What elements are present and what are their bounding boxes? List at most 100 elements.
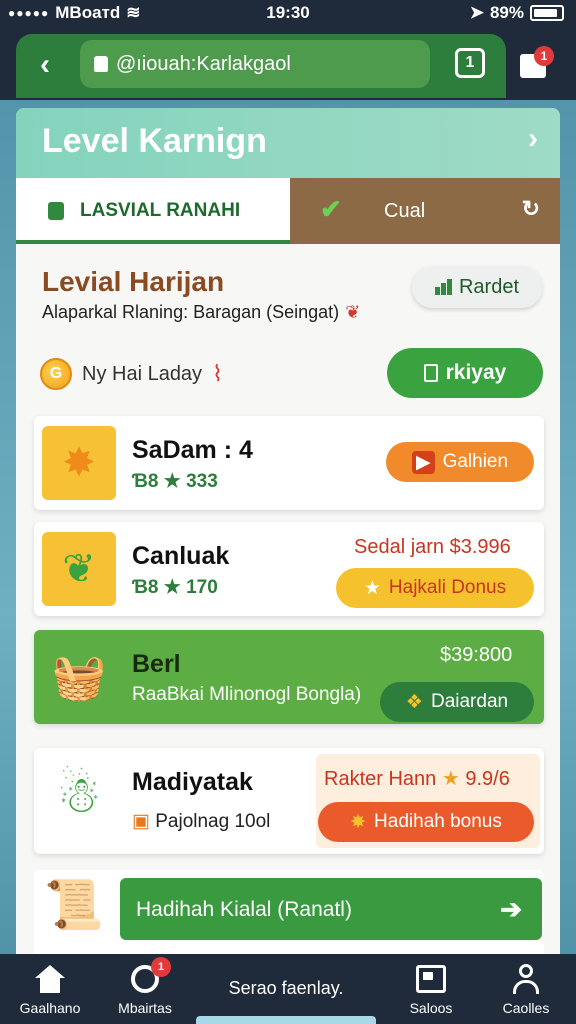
section-title: Levial Harijan <box>42 266 225 297</box>
section-subtitle-text: Alaparkal Rlaning: Baragan (Seingat) <box>42 302 340 322</box>
refresh-icon: ↻ <box>521 196 540 221</box>
nav-center-label[interactable]: Serao faenlay. <box>196 978 376 999</box>
url-text: @ıiouah:Karlakgaol <box>116 52 291 75</box>
nav-profile[interactable]: Caolles <box>471 962 576 1016</box>
item-price: $39:800 <box>440 644 513 666</box>
feather-icon: ⌇ <box>212 361 223 386</box>
section-subtitle: Alaparkal Rlaning: Baragan (Seingat) ❦ <box>42 302 360 323</box>
nav-search[interactable]: 1 Mbairtas <box>90 957 200 1016</box>
banner-button[interactable]: Hadihah Kialal (Ranatl) ➔ <box>120 878 542 940</box>
battery-icon <box>530 5 564 21</box>
arrow-right-icon: ➔ <box>500 894 522 924</box>
search-badge: 1 <box>151 957 171 977</box>
item-name: SaDam : 4 <box>132 436 253 464</box>
button-label: Daiardan <box>430 691 509 712</box>
star-icon: ★ <box>163 577 181 598</box>
price-label-text: Rakter Hann <box>324 768 437 790</box>
list-item[interactable]: 🧺 Berl RaaBkai Mlinonogl Bongla) $39:800… <box>34 630 544 724</box>
card-header[interactable]: Level Karnign › <box>16 108 560 178</box>
button-label: Hajkali Donus <box>388 577 507 598</box>
item-action-button[interactable]: ❖ Daiardan <box>380 682 534 722</box>
gift-icon: ▣ <box>132 811 150 832</box>
user-icon <box>512 964 540 994</box>
item-meta: Ɓ8 ★ 170 <box>132 576 218 599</box>
tab-goal[interactable]: ✔ Cual ↻ <box>290 178 560 244</box>
search-icon: 1 <box>131 957 171 993</box>
nav-label: Saloos <box>409 1000 453 1016</box>
battery-percent: 89% <box>489 3 524 22</box>
item-subtitle: RaaBkai Mlinonogl Bongla) <box>132 684 362 705</box>
nav-docs[interactable]: Saloos <box>376 962 486 1016</box>
chevron-right-icon: › <box>528 122 538 155</box>
star-icon: ★ <box>441 768 460 790</box>
url-field[interactable]: @ıiouah:Karlakgaol <box>80 40 430 88</box>
nav-label: Mbairtas <box>118 1000 172 1016</box>
bottom-nav: Gaalhano 1 Mbairtas Serao faenlay. Saloo… <box>0 954 576 1024</box>
meta-prefix: Ɓ8 <box>132 577 159 598</box>
item-price: Sedal jarn $3.996 <box>354 536 511 558</box>
home-indicator <box>196 1016 376 1024</box>
item-action-button[interactable]: ✸ Hadihah bonus <box>318 802 534 842</box>
page-title: Level Karnign <box>42 122 267 160</box>
banner-label: Hadihah Kialal (Ranatl) <box>136 898 352 921</box>
gift-icon: ❦ <box>345 302 361 322</box>
store-badge: 1 <box>534 46 554 66</box>
price-value: 9.9/6 <box>465 768 510 790</box>
meta-value: 170 <box>186 577 218 598</box>
coin-label: Ny Hai Laday <box>82 362 203 385</box>
leaf-icon: ❦ <box>42 532 116 606</box>
star-burst-icon: ✸ <box>42 426 116 500</box>
home-icon <box>35 965 65 993</box>
daily-label: rkiyay <box>445 361 507 384</box>
tab-label: LASVIAL RANAHI <box>80 200 241 221</box>
lock-tab-icon <box>48 202 64 220</box>
location-icon: ➤ <box>469 3 484 22</box>
play-icon: ▶ <box>411 450 435 474</box>
item-meta: Ɓ8 ★ 333 <box>132 470 218 493</box>
tabs-button[interactable]: 1 <box>455 48 485 78</box>
nav-label: Caolles <box>502 1000 550 1016</box>
tab-label: Cual <box>384 200 426 222</box>
battery-fill <box>534 9 557 17</box>
back-button[interactable]: ‹ <box>30 48 60 82</box>
coin-icon: G <box>40 358 72 390</box>
list-item[interactable]: ✸ SaDam : 4 Ɓ8 ★ 333 ▶ Galhien <box>34 416 544 510</box>
bar-chart-icon <box>434 279 453 295</box>
document-icon <box>416 965 446 993</box>
subtitle-text: Pajolnag 10ol <box>155 811 271 832</box>
store-button[interactable]: 1 <box>518 46 554 82</box>
rardet-label: Rardet <box>458 275 520 298</box>
status-bar: ●●●●● MBoaтd ≋ 19:30 ➤ 89% <box>0 0 576 26</box>
list-item[interactable]: ☃ Madiyatak ▣ Pajolnag 10ol Rakter Hann … <box>34 748 544 854</box>
item-name: Madiyatak <box>132 768 253 796</box>
button-label: Hadihah bonus <box>374 811 502 832</box>
star-icon: ★ <box>363 577 381 599</box>
item-action-button[interactable]: ★ Hajkali Donus <box>336 568 534 608</box>
meta-prefix: Ɓ8 <box>132 471 159 492</box>
coin-row: G Ny Hai Laday ⌇ <box>40 358 223 390</box>
scroll-icon: 📜 <box>44 879 104 932</box>
item-action-button[interactable]: ▶ Galhien <box>386 442 534 482</box>
check-icon: ✔ <box>320 194 342 224</box>
item-name: Canluak <box>132 542 230 570</box>
tab-bar: LASVIAL RANAHI ✔ Cual ↻ <box>16 178 560 244</box>
price-label: Rakter Hann ★ 9.9/6 <box>324 766 510 791</box>
gift-box-icon: 🧺 <box>51 653 107 702</box>
browser-bar: ‹ @ıiouah:Karlakgaol 1 1 <box>0 26 576 100</box>
gift-icon: ❖ <box>405 691 423 713</box>
mascot-icon: ☃ <box>56 767 102 823</box>
main-card: Level Karnign › LASVIAL RANAHI ✔ Cual ↻ … <box>16 108 560 958</box>
rardet-button[interactable]: Rardet <box>412 266 542 308</box>
item-subtitle: ▣ Pajolnag 10ol <box>132 810 270 833</box>
price-panel: Rakter Hann ★ 9.9/6 ✸ Hadihah bonus <box>316 754 540 848</box>
item-name: Berl <box>132 650 181 678</box>
meta-value: 333 <box>186 471 218 492</box>
bag-icon <box>423 364 438 382</box>
daily-button[interactable]: rkiyay <box>387 348 543 398</box>
status-right: ➤ 89% <box>470 3 564 23</box>
lock-icon <box>94 56 108 72</box>
sparkle-icon: ✸ <box>350 811 367 833</box>
list-item[interactable]: ❦ Canluak Ɓ8 ★ 170 Sedal jarn $3.996 ★ H… <box>34 522 544 616</box>
star-icon: ★ <box>163 471 181 492</box>
tab-daily-level[interactable]: LASVIAL RANAHI <box>16 178 290 244</box>
